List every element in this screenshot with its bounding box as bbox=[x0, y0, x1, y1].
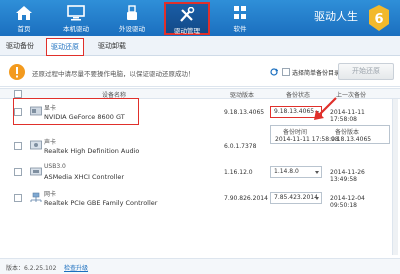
grid-icon bbox=[234, 6, 246, 19]
app-version: 版本：6.2.25.102 bbox=[6, 265, 57, 272]
backup-version-value: 7.85.423.2014 bbox=[274, 194, 318, 201]
home-icon bbox=[16, 6, 32, 20]
status-bar: 版本：6.2.25.102 检查升级 bbox=[0, 258, 400, 274]
sound-card-icon bbox=[30, 140, 42, 150]
row-category: 声卡 bbox=[44, 139, 57, 146]
row-device-name: Realtek High Definition Audio bbox=[44, 147, 140, 155]
tab-driver-uninstall[interactable]: 驱动卸载 bbox=[98, 41, 126, 51]
row-last-backup: 2014-11-11 17:58:08 bbox=[330, 109, 365, 123]
tab-driver-restore[interactable]: 驱动还原 bbox=[46, 38, 84, 56]
nav-home-label: 首页 bbox=[17, 25, 31, 33]
nav-local-drivers-label: 本机驱动 bbox=[63, 25, 89, 33]
usb-controller-icon bbox=[30, 167, 42, 176]
warning-icon bbox=[9, 64, 25, 80]
backup-version-dropdown[interactable]: 备份时间 备份版本 2014-11-11 17:58:08 9.18.13.40… bbox=[270, 125, 390, 144]
dropdown-option-time[interactable]: 2014-11-11 17:58:08 bbox=[275, 136, 339, 143]
table-row[interactable]: USB3.0 ASMedia XHCI Controller 1.16.12.0… bbox=[0, 161, 390, 183]
nav-local-drivers[interactable]: 本机驱动 bbox=[54, 2, 98, 35]
brand-logo-icon: 6 bbox=[369, 5, 389, 31]
row-driver-version: 9.18.13.4065 bbox=[224, 109, 265, 116]
check-update-link[interactable]: 检查升级 bbox=[64, 263, 88, 272]
row-device-name: Realtek PCIe GBE Family Controller bbox=[44, 199, 158, 207]
nav-peripheral-drivers[interactable]: 外设驱动 bbox=[110, 2, 154, 35]
row-last-backup: 2014-11-26 13:49:58 bbox=[330, 169, 365, 183]
row-checkbox[interactable] bbox=[14, 142, 22, 150]
backup-dir-label: 选择简单备份目录 bbox=[292, 70, 341, 77]
row-last-backup: 2014-12-04 09:50:18 bbox=[330, 195, 365, 209]
backup-version-value: 1.14.8.0 bbox=[274, 168, 299, 175]
nav-driver-management-label: 驱动管理 bbox=[174, 27, 200, 35]
restore-warning-bar: 还原过程中请尽量不要操作电脑，以保证驱动还原成功！ 选择简单备份目录 开始还原 bbox=[0, 57, 400, 87]
row-driver-version: 7.90.826.2014 bbox=[224, 195, 268, 202]
backup-version-select[interactable]: 7.85.423.2014 bbox=[270, 192, 322, 204]
row-category: USB3.0 bbox=[44, 163, 66, 170]
header-backup-status: 备份状态 bbox=[286, 92, 311, 99]
refresh-icon[interactable] bbox=[270, 68, 278, 76]
table-row[interactable]: 网卡 Realtek PCIe GBE Family Controller 7.… bbox=[0, 187, 390, 209]
nav-peripheral-drivers-label: 外设驱动 bbox=[119, 25, 145, 33]
nav-software-label: 软件 bbox=[233, 25, 247, 33]
row-checkbox[interactable] bbox=[14, 194, 22, 202]
monitor-icon bbox=[67, 5, 85, 21]
dropdown-header-time: 备份时间 bbox=[283, 129, 308, 136]
nav-driver-management[interactable]: 驱动管理 bbox=[164, 2, 210, 35]
dropdown-option-version[interactable]: 9.18.13.4065 bbox=[331, 136, 371, 143]
row-device-name: ASMedia XHCI Controller bbox=[44, 173, 124, 181]
tab-driver-backup[interactable]: 驱动备份 bbox=[6, 41, 34, 51]
brand-name: 驱动人生 bbox=[314, 10, 358, 23]
start-restore-button[interactable]: 开始还原 bbox=[338, 63, 394, 80]
row-checkbox[interactable] bbox=[14, 168, 22, 176]
row-category: 网卡 bbox=[44, 191, 57, 198]
backup-version-value: 9.18.13.4065 bbox=[274, 108, 315, 115]
row-driver-version: 1.16.12.0 bbox=[224, 169, 253, 176]
nav-home[interactable]: 首页 bbox=[2, 2, 46, 35]
device-highlight-box bbox=[13, 98, 139, 125]
nav-software[interactable]: 软件 bbox=[218, 2, 262, 35]
chevron-down-icon bbox=[315, 171, 319, 174]
usb-icon bbox=[127, 5, 137, 20]
backup-version-select[interactable]: 1.14.8.0 bbox=[270, 166, 322, 178]
chevron-down-icon bbox=[315, 197, 319, 200]
network-card-icon bbox=[30, 192, 42, 202]
dropdown-header-version: 备份版本 bbox=[335, 129, 360, 136]
select-all-checkbox[interactable] bbox=[14, 90, 22, 98]
tools-icon bbox=[180, 7, 195, 22]
svg-text:6: 6 bbox=[374, 12, 383, 27]
warning-text: 还原过程中请尽量不要操作电脑，以保证驱动还原成功！ bbox=[32, 70, 195, 78]
top-navigation-bar: 首页 本机驱动 外设驱动 驱动管理 软件 驱动人生 6 bbox=[0, 0, 400, 36]
row-driver-version: 6.0.1.7378 bbox=[224, 143, 257, 150]
sub-tab-bar: 驱动备份 驱动还原 驱动卸载 bbox=[0, 36, 400, 56]
backup-dir-checkbox[interactable] bbox=[282, 68, 290, 76]
header-last-backup: 上一次备份 bbox=[336, 92, 367, 99]
table-scrollbar[interactable] bbox=[392, 99, 398, 255]
header-driver-version: 驱动版本 bbox=[230, 92, 255, 99]
annotation-arrow-icon bbox=[314, 97, 337, 120]
